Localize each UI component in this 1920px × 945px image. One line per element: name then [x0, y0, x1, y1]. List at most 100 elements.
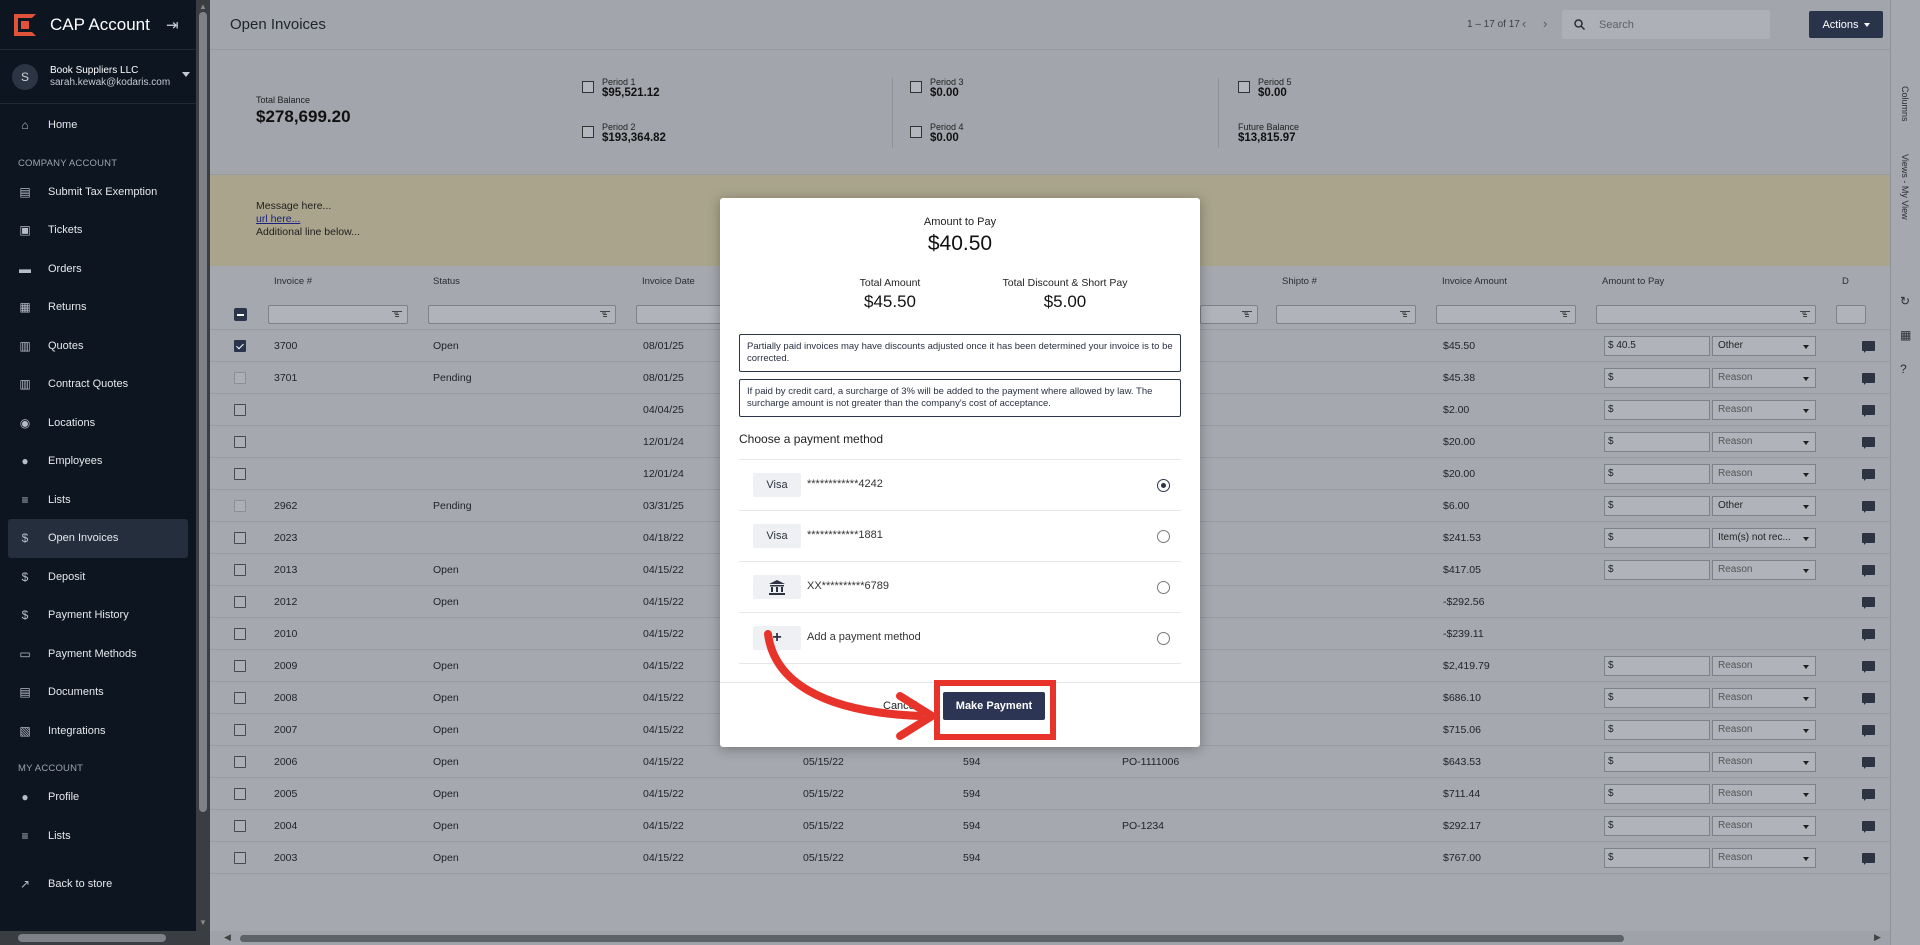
reason-select[interactable]: Reason — [1712, 720, 1816, 740]
scroll-up-icon[interactable]: ▲ — [199, 2, 207, 11]
amount-to-pay-input[interactable]: $ — [1604, 720, 1710, 740]
message-link[interactable]: url here... — [256, 213, 300, 225]
amount-to-pay-input[interactable]: $ — [1604, 496, 1710, 516]
row-checkbox[interactable] — [234, 340, 246, 352]
comment-icon[interactable] — [1862, 757, 1875, 769]
sidebar-item-contract-quotes[interactable]: ▥ Contract Quotes — [0, 365, 196, 404]
column-header[interactable]: Invoice # — [274, 276, 312, 287]
period-1-checkbox[interactable] — [582, 81, 594, 93]
comment-icon[interactable] — [1862, 725, 1875, 737]
sidebar-item-lists[interactable]: ≡ Lists — [0, 481, 196, 520]
amount-to-pay-input[interactable]: $ — [1604, 464, 1710, 484]
views-panel-toggle[interactable]: Views - My View — [1900, 154, 1910, 220]
row-checkbox[interactable] — [234, 756, 246, 768]
scroll-right-icon[interactable]: ▶ — [1874, 932, 1881, 943]
grid-icon[interactable]: ▦ — [1900, 328, 1911, 342]
sidebar-item-payment-methods[interactable]: ▭ Payment Methods — [0, 635, 196, 674]
invoice-number[interactable]: 2008 — [274, 692, 297, 704]
reason-select[interactable]: Other — [1712, 336, 1816, 356]
search-input[interactable] — [1599, 18, 1759, 31]
amount-to-pay-input[interactable]: $ — [1604, 816, 1710, 836]
amount-to-pay-input[interactable]: $ — [1604, 784, 1710, 804]
period-5-checkbox[interactable] — [1238, 81, 1250, 93]
reason-select[interactable]: Reason — [1712, 368, 1816, 388]
radio-selected[interactable] — [1157, 479, 1170, 492]
sidebar-item-back-to-store[interactable]: ↗ Back to store — [0, 865, 196, 904]
row-checkbox[interactable] — [234, 500, 246, 512]
sidebar-item-integrations[interactable]: ▧ Integrations — [0, 712, 196, 751]
amount-to-pay-input[interactable]: $ — [1604, 368, 1710, 388]
radio-unselected[interactable] — [1157, 632, 1170, 645]
invoice-number[interactable]: 3700 — [274, 340, 297, 352]
sidebar-item-open-invoices[interactable]: $ Open Invoices — [8, 519, 188, 558]
comment-icon[interactable] — [1862, 533, 1875, 545]
comment-icon[interactable] — [1862, 661, 1875, 673]
amount-to-pay-input[interactable]: $ — [1604, 432, 1710, 452]
filter-status[interactable] — [428, 305, 616, 324]
payment-method-bank-6789[interactable]: XX**********6789 — [739, 562, 1181, 613]
filter-d[interactable] — [1836, 305, 1866, 324]
payment-method-visa-1881[interactable]: Visa ************1881 — [739, 511, 1181, 562]
row-checkbox[interactable] — [234, 724, 246, 736]
filter-shipto[interactable] — [1276, 305, 1416, 324]
table-row[interactable]: 2006 Open 04/15/22 05/15/22 594 PO-1111006 $64… — [210, 746, 1890, 778]
sidebar-item-orders[interactable]: ▬ Orders — [0, 250, 196, 289]
amount-to-pay-input[interactable]: $ — [1604, 848, 1710, 868]
select-all-checkbox[interactable] — [234, 308, 247, 321]
comment-icon[interactable] — [1862, 437, 1875, 449]
comment-icon[interactable] — [1862, 629, 1875, 641]
invoice-number[interactable]: 2013 — [274, 564, 297, 576]
sidebar-item-my-lists[interactable]: ≡ Lists — [0, 817, 196, 856]
account-switcher[interactable]: S Book Suppliers LLC sarah.kewak@kodaris… — [0, 50, 196, 104]
sidebar-item-tickets[interactable]: ▣ Tickets — [0, 211, 196, 250]
table-row[interactable]: 2003 Open 04/15/22 05/15/22 594 $767.00 $ Reaso… — [210, 842, 1890, 874]
row-checkbox[interactable] — [234, 692, 246, 704]
radio-unselected[interactable] — [1157, 530, 1170, 543]
sidebar-item-deposit[interactable]: $ Deposit — [0, 558, 196, 597]
reason-select[interactable]: Reason — [1712, 400, 1816, 420]
period-3-checkbox[interactable] — [910, 81, 922, 93]
invoice-number[interactable]: 2962 — [274, 500, 297, 512]
invoice-number[interactable]: 2009 — [274, 660, 297, 672]
invoice-number[interactable]: 2007 — [274, 724, 297, 736]
row-checkbox[interactable] — [234, 372, 246, 384]
period-4-checkbox[interactable] — [910, 126, 922, 138]
invoice-number[interactable]: 2004 — [274, 820, 297, 832]
table-row[interactable]: 2004 Open 04/15/22 05/15/22 594 PO-1234 $292.1… — [210, 810, 1890, 842]
row-checkbox[interactable] — [234, 852, 246, 864]
invoice-number[interactable]: 2012 — [274, 596, 297, 608]
comment-icon[interactable] — [1862, 405, 1875, 417]
amount-to-pay-input[interactable]: $ — [1604, 688, 1710, 708]
comment-icon[interactable] — [1862, 597, 1875, 609]
column-header[interactable]: Invoice Amount — [1442, 276, 1507, 287]
actions-button[interactable]: Actions — [1809, 11, 1883, 38]
scroll-left-icon[interactable]: ◀ — [224, 932, 231, 943]
comment-icon[interactable] — [1862, 469, 1875, 481]
invoice-number[interactable]: 2006 — [274, 756, 297, 768]
reason-select[interactable]: Reason — [1712, 560, 1816, 580]
help-icon[interactable]: ? — [1900, 362, 1907, 376]
row-checkbox[interactable] — [234, 532, 246, 544]
reason-select[interactable]: Reason — [1712, 848, 1816, 868]
filter-amount-to-pay[interactable] — [1596, 305, 1816, 324]
sidebar-item-profile[interactable]: ● Profile — [0, 778, 196, 817]
comment-icon[interactable] — [1862, 821, 1875, 833]
sidebar-item-payment-history[interactable]: $ Payment History — [0, 596, 196, 635]
invoice-number[interactable]: 2023 — [274, 532, 297, 544]
row-checkbox[interactable] — [234, 436, 246, 448]
sidebar-item-employees[interactable]: ● Employees — [0, 442, 196, 481]
reason-select[interactable]: Item(s) not rec... — [1712, 528, 1816, 548]
invoice-number[interactable]: 2010 — [274, 628, 297, 640]
sidebar-scrollbar[interactable]: ▲ ▼ — [196, 0, 210, 945]
reason-select[interactable]: Reason — [1712, 656, 1816, 676]
filter-invoice-amount[interactable] — [1436, 305, 1576, 324]
amount-to-pay-input[interactable]: $ 40.5 — [1604, 336, 1710, 356]
comment-icon[interactable] — [1862, 501, 1875, 513]
invoice-number[interactable]: 3701 — [274, 372, 297, 384]
filter-invoice[interactable] — [268, 305, 408, 324]
column-header[interactable]: Shipto # — [1282, 276, 1317, 287]
row-checkbox[interactable] — [234, 628, 246, 640]
comment-icon[interactable] — [1862, 693, 1875, 705]
reason-select[interactable]: Reason — [1712, 816, 1816, 836]
sidebar-item-home[interactable]: ⌂ Home — [0, 106, 196, 145]
